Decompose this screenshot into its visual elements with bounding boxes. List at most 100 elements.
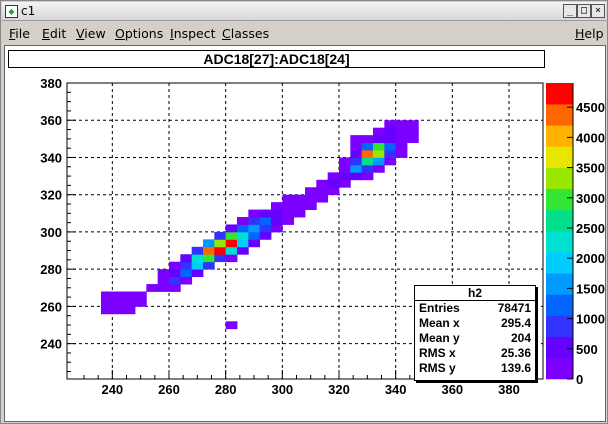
histogram-bin — [350, 135, 363, 143]
window-title: c1 — [21, 4, 36, 18]
histogram-bin — [180, 254, 193, 263]
histogram-bin — [191, 246, 204, 255]
histogram-bin — [282, 194, 295, 203]
histogram-bin — [395, 142, 408, 151]
y-tick-label: 340 — [40, 150, 62, 165]
histogram-bin — [101, 298, 113, 307]
histogram-bin — [361, 142, 374, 151]
menu-view[interactable]: View — [76, 26, 106, 41]
x-tick-label: 340 — [385, 382, 407, 397]
menu-file[interactable]: File — [9, 26, 30, 41]
histogram-bin — [259, 231, 272, 240]
palette-swatch — [546, 252, 573, 274]
histogram-bin — [305, 202, 317, 210]
histogram-bin — [180, 269, 193, 278]
palette-tick-label: 2000 — [576, 251, 605, 266]
histogram-bin — [123, 298, 136, 307]
histogram-bin — [214, 239, 227, 248]
histogram-bin — [373, 127, 385, 136]
palette-tick-label: 2500 — [576, 221, 605, 236]
palette-tick-label: 1500 — [576, 281, 605, 296]
palette-tick-label: 3000 — [576, 191, 605, 206]
histogram-bin — [225, 246, 238, 255]
maximize-button[interactable]: □ — [577, 4, 591, 18]
histogram-bin — [123, 291, 136, 300]
stats-row: RMS y 139.6 — [415, 361, 535, 376]
histogram-bin — [271, 224, 283, 233]
histogram-bin — [271, 202, 283, 210]
histogram-bin — [316, 194, 329, 203]
stats-label: RMS x — [419, 346, 456, 360]
histogram-bin — [180, 276, 193, 285]
x-tick-label: 320 — [328, 382, 350, 397]
x-tick-label: 260 — [158, 382, 180, 397]
histogram-bin — [373, 150, 385, 158]
x-tick-label: 300 — [271, 382, 293, 397]
histogram-bin — [225, 239, 238, 248]
histogram-bin — [407, 127, 419, 136]
stats-row: RMS x 25.36 — [415, 346, 535, 361]
title-bar[interactable]: ◆ c1 _ □ × — [2, 2, 606, 21]
palette-swatch — [546, 83, 573, 105]
palette-tick-label: 1000 — [576, 312, 605, 327]
histogram-bin — [361, 150, 374, 158]
histogram-bin — [384, 150, 397, 158]
stats-label: Entries — [419, 301, 460, 315]
histogram-bin — [384, 157, 397, 166]
menu-help[interactable]: Help — [575, 26, 604, 41]
histogram-bin — [135, 298, 147, 307]
histogram-bin — [203, 239, 215, 248]
plot-canvas[interactable]: ADC18[27]:ADC18[24] 240 260 280 300 320 340 36… — [4, 45, 606, 422]
menu-edit[interactable]: Edit — [42, 26, 66, 41]
stats-label: Mean y — [419, 331, 460, 345]
stats-value: 139.6 — [500, 361, 531, 375]
x-tick-label: 380 — [498, 382, 520, 397]
x-tick-label: 240 — [101, 382, 123, 397]
histogram-bin — [237, 246, 249, 255]
histogram-bin — [350, 142, 363, 151]
histogram-bin — [373, 135, 385, 143]
histogram-bin — [203, 254, 215, 263]
histogram-bin — [271, 217, 283, 225]
histogram-bin — [169, 269, 181, 278]
histogram-bin — [293, 194, 306, 203]
histogram-bin — [157, 284, 170, 292]
histogram-bin — [305, 194, 317, 203]
menu-inspect[interactable]: Inspect — [170, 26, 216, 41]
histogram-bin — [361, 157, 374, 166]
histogram-bin — [146, 284, 159, 292]
stats-row: Mean x 295.4 — [415, 316, 535, 331]
stats-label: Mean x — [419, 316, 460, 330]
stats-label: RMS y — [419, 361, 456, 375]
close-button[interactable]: × — [591, 4, 605, 18]
histogram-bin — [282, 217, 295, 225]
histogram-bin — [384, 142, 397, 151]
y-tick-label: 320 — [40, 188, 62, 203]
histogram-bin — [169, 276, 181, 285]
stats-box[interactable]: h2 Entries 78471 Mean x 295.4 Mean y 204 RMS x… — [414, 285, 536, 381]
x-tick-label: 360 — [441, 382, 463, 397]
histogram-bin — [237, 231, 249, 240]
histogram-bin — [248, 231, 261, 240]
histogram-bin — [214, 231, 227, 240]
menu-options[interactable]: Options — [115, 26, 163, 41]
menu-classes[interactable]: Classes — [222, 26, 269, 41]
histogram-bin — [123, 306, 136, 315]
histogram-bin — [157, 269, 170, 278]
stats-value: 25.36 — [500, 346, 531, 360]
histogram-bin — [361, 164, 374, 173]
histogram-bin — [350, 150, 363, 158]
histogram-bin — [395, 150, 408, 158]
minimize-button[interactable]: _ — [563, 4, 577, 18]
histogram-bin — [293, 209, 306, 218]
histogram-bin — [395, 120, 408, 129]
histogram-bin — [282, 202, 295, 210]
y-tick-label: 240 — [40, 337, 62, 352]
palette-swatch — [546, 357, 573, 380]
histogram-bin — [101, 306, 113, 315]
histogram-bin — [395, 127, 408, 136]
stats-value: 295.4 — [500, 316, 531, 330]
palette-tick-label: 4500 — [576, 100, 605, 115]
histogram-bin — [112, 291, 125, 300]
root-canvas-icon: ◆ — [5, 5, 18, 18]
